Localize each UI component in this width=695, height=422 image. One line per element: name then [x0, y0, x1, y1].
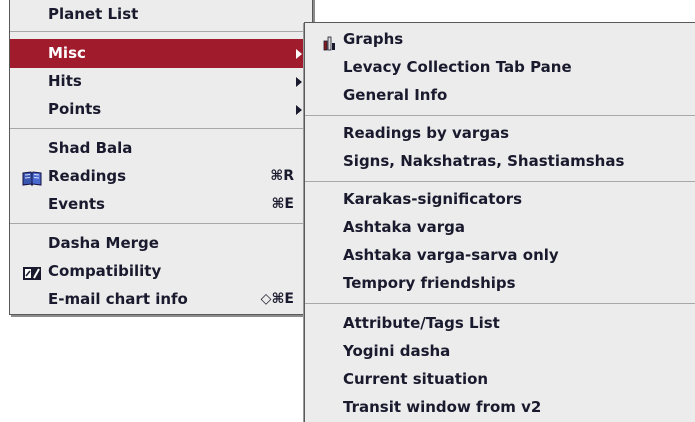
menu-item-compatibility[interactable]: Compatibility [10, 257, 312, 286]
menu-item-label: Hits [48, 72, 82, 90]
menu-item-label: Ashtaka varga-sarva only [343, 246, 559, 264]
menu-item-points[interactable]: Points [10, 95, 312, 124]
menu-item-label: Attribute/Tags List [343, 314, 500, 332]
keyboard-shortcut: ⌘E [271, 196, 294, 212]
menu-item-label: Readings by vargas [343, 124, 510, 142]
menu-item-readings[interactable]: Readings ⌘R [10, 162, 312, 191]
graph-icon [323, 32, 337, 51]
menu-item-dasha-merge[interactable]: Dasha Merge [10, 229, 312, 258]
main-menu: Planet List Misc Hits Points Shad Bala R… [9, 0, 313, 315]
menu-item-label: Signs, Nakshatras, Shastiamshas [343, 152, 625, 170]
menu-item-label: Tempory friendships [343, 274, 516, 292]
menu-separator [305, 115, 695, 116]
menu-item-label: Events [48, 195, 105, 213]
book-icon [22, 168, 42, 187]
menu-item-hits[interactable]: Hits [10, 67, 312, 96]
menu-separator [10, 31, 312, 32]
menu-separator [305, 303, 695, 304]
menu-item-label: Levacy Collection Tab Pane [343, 58, 572, 76]
submenu-item-general-info[interactable]: General Info [305, 81, 695, 110]
submenu-item-karakas[interactable]: Karakas-significators [305, 185, 695, 214]
submenu-item-readings-by-vargas[interactable]: Readings by vargas [305, 119, 695, 148]
menu-item-label: Planet List [48, 5, 139, 23]
submenu-item-tempory-friendships[interactable]: Tempory friendships [305, 269, 695, 298]
menu-item-label: Readings [48, 167, 127, 185]
submenu-arrow-icon [296, 77, 302, 87]
menu-item-planet-list[interactable]: Planet List [10, 0, 312, 29]
menu-separator [10, 128, 312, 129]
submenu-item-transit-window[interactable]: Transit window from v2 [305, 393, 695, 422]
menu-separator [10, 223, 312, 224]
menu-item-label: Yogini dasha [343, 342, 451, 360]
submenu-item-yogini-dasha[interactable]: Yogini dasha [305, 337, 695, 366]
submenu-item-graphs[interactable]: Graphs [305, 25, 695, 54]
misc-submenu: Graphs Levacy Collection Tab Pane Genera… [304, 22, 695, 422]
menu-separator [305, 181, 695, 182]
compatibility-icon [22, 263, 42, 280]
menu-item-events[interactable]: Events ⌘E [10, 190, 312, 219]
menu-item-label: Points [48, 100, 102, 118]
submenu-arrow-icon [296, 49, 302, 59]
submenu-arrow-icon [296, 105, 302, 115]
menu-item-shad-bala[interactable]: Shad Bala [10, 134, 312, 163]
menu-item-misc[interactable]: Misc [10, 39, 312, 68]
menu-item-label: Misc [48, 44, 86, 62]
menu-item-label: Shad Bala [48, 139, 133, 157]
menu-item-label: Current situation [343, 370, 489, 388]
submenu-item-current-situation[interactable]: Current situation [305, 365, 695, 394]
submenu-item-attribute-tags-list[interactable]: Attribute/Tags List [305, 309, 695, 338]
keyboard-shortcut: ◇⌘E [260, 291, 294, 307]
menu-item-label: E-mail chart info [48, 290, 188, 308]
submenu-item-ashtaka-varga[interactable]: Ashtaka varga [305, 213, 695, 242]
menu-item-label: General Info [343, 86, 448, 104]
keyboard-shortcut: ⌘R [270, 168, 294, 184]
menu-item-label: Transit window from v2 [343, 398, 542, 416]
menu-item-label: Compatibility [48, 262, 162, 280]
menu-item-label: Karakas-significators [343, 190, 523, 208]
submenu-item-legacy-tab-pane[interactable]: Levacy Collection Tab Pane [305, 53, 695, 82]
menu-item-email-chart-info[interactable]: E-mail chart info ◇⌘E [10, 285, 312, 314]
submenu-item-ashtaka-varga-sarva[interactable]: Ashtaka varga-sarva only [305, 241, 695, 270]
screen: { "main_menu": { "top_item": "Planet Lis… [0, 0, 695, 422]
menu-item-label: Graphs [343, 30, 404, 48]
submenu-item-signs-nakshatras[interactable]: Signs, Nakshatras, Shastiamshas [305, 147, 695, 176]
menu-item-label: Dasha Merge [48, 234, 159, 252]
menu-item-label: Ashtaka varga [343, 218, 465, 236]
